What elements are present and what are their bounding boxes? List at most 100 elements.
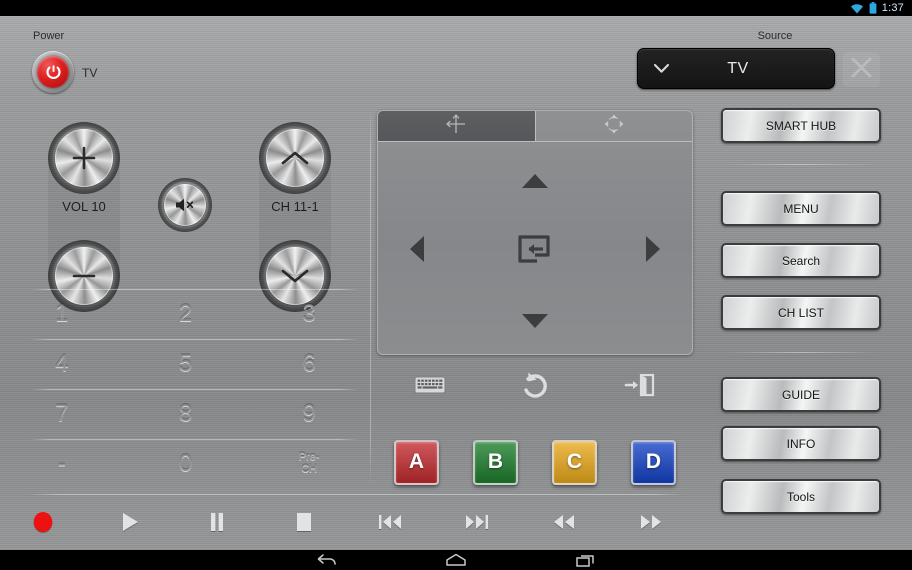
triangle-up-icon	[521, 172, 549, 190]
key-1[interactable]: 1	[0, 289, 124, 339]
key-3[interactable]: 3	[247, 289, 371, 339]
tools-button[interactable]: Tools	[721, 479, 881, 514]
color-cell: C	[535, 439, 614, 485]
key-8[interactable]: 8	[124, 389, 248, 439]
power-mode-label: TV	[82, 66, 98, 80]
power-button[interactable]	[32, 51, 74, 93]
return-button[interactable]	[482, 371, 587, 399]
key-pre-ch[interactable]: Pre- CH	[247, 439, 371, 489]
nav-enter-button[interactable]	[505, 224, 565, 274]
nav-right-button[interactable]	[636, 226, 670, 272]
touchpad-tab[interactable]	[378, 111, 535, 141]
channel-label: CH 11-1	[271, 199, 319, 214]
plus-icon	[55, 129, 113, 187]
menu-button[interactable]: MENU	[721, 191, 881, 226]
remote-control-app: 1:37 Power TV Source TV VOL 10 CH 11-1 1…	[0, 0, 912, 570]
transport-bar	[0, 494, 694, 550]
four-way-arrows-icon	[602, 112, 626, 141]
rewind-button[interactable]	[521, 512, 608, 532]
back-arrow-icon	[315, 552, 337, 568]
key-0[interactable]: 0	[124, 439, 248, 489]
source-value: TV	[727, 59, 749, 77]
power-icon	[37, 56, 69, 88]
play-icon	[120, 511, 140, 533]
android-recents-button[interactable]	[565, 550, 607, 570]
color-button-a[interactable]: A	[394, 439, 439, 485]
close-icon	[849, 55, 874, 85]
play-button[interactable]	[87, 511, 174, 533]
nav-up-button[interactable]	[512, 164, 558, 198]
function-icon-row	[377, 364, 693, 406]
header-bar: Power TV Source TV	[0, 16, 912, 94]
key-4[interactable]: 4	[0, 339, 124, 389]
color-button-d[interactable]: D	[631, 439, 676, 485]
key-7[interactable]: 7	[0, 389, 124, 439]
power-label: Power	[33, 30, 65, 42]
previous-button[interactable]	[347, 512, 434, 532]
channel-up-button[interactable]	[259, 122, 331, 194]
android-status-bar: 1:37	[0, 0, 912, 16]
right-panel-separator	[725, 164, 877, 165]
triangle-down-icon	[521, 312, 549, 330]
exit-door-icon	[624, 373, 656, 397]
key-dash[interactable]: -	[0, 439, 124, 489]
key-5[interactable]: 5	[124, 339, 248, 389]
fast-forward-button[interactable]	[607, 512, 694, 532]
left-control-panel: VOL 10 CH 11-1 1 2 3 4 5 6 7 8 9 - 0 Pre…	[0, 94, 684, 550]
skip-next-icon	[464, 512, 490, 532]
navigation-tabs	[378, 111, 692, 142]
record-icon	[32, 511, 54, 533]
guide-button[interactable]: GUIDE	[721, 377, 881, 412]
wifi-icon	[850, 3, 864, 14]
exit-button[interactable]	[588, 373, 693, 397]
stop-icon	[294, 511, 314, 533]
pre-ch-line-1: Pre-	[298, 451, 320, 464]
color-cell: B	[456, 439, 535, 485]
skip-previous-icon	[377, 512, 403, 532]
volume-up-button[interactable]	[48, 122, 120, 194]
stop-button[interactable]	[260, 511, 347, 533]
chevron-up-icon	[266, 129, 324, 187]
keypad-row: 1 2 3	[0, 289, 371, 339]
color-button-b[interactable]: B	[473, 439, 518, 485]
record-button[interactable]	[0, 511, 87, 533]
battery-icon	[869, 2, 877, 14]
dpad-area[interactable]	[378, 142, 692, 354]
triangle-left-icon	[408, 235, 426, 263]
home-icon	[444, 552, 468, 568]
android-home-button[interactable]	[435, 550, 477, 570]
right-button-panel: SMART HUB MENU Search CH LIST GUIDE INFO…	[700, 94, 912, 550]
key-2[interactable]: 2	[124, 289, 248, 339]
dpad-tab[interactable]	[534, 111, 693, 141]
key-6[interactable]: 6	[247, 339, 371, 389]
fast-forward-icon	[638, 512, 664, 532]
color-cell: D	[614, 439, 693, 485]
keyboard-icon	[414, 374, 446, 396]
pause-button[interactable]	[174, 511, 261, 533]
status-clock: 1:37	[881, 2, 904, 14]
search-button[interactable]: Search	[721, 243, 881, 278]
keyboard-button[interactable]	[377, 374, 482, 396]
android-back-button[interactable]	[305, 550, 347, 570]
info-button[interactable]: INFO	[721, 426, 881, 461]
right-panel-separator	[725, 352, 877, 353]
source-label: Source	[757, 30, 793, 42]
number-keypad: 1 2 3 4 5 6 7 8 9 - 0 Pre- CH	[0, 289, 371, 489]
enter-icon	[515, 233, 555, 265]
source-select[interactable]: TV	[637, 48, 835, 89]
rewind-icon	[551, 512, 577, 532]
keypad-row: 4 5 6	[0, 339, 371, 389]
triangle-right-icon	[644, 235, 662, 263]
chevron-down-icon	[638, 63, 684, 74]
nav-down-button[interactable]	[512, 304, 558, 338]
key-9[interactable]: 9	[247, 389, 371, 439]
close-button[interactable]	[843, 52, 880, 87]
color-button-c[interactable]: C	[552, 439, 597, 485]
mute-button[interactable]	[158, 178, 212, 232]
keypad-row: - 0 Pre- CH	[0, 439, 371, 489]
smart-hub-button[interactable]: SMART HUB	[721, 108, 881, 143]
nav-left-button[interactable]	[400, 226, 434, 272]
ch-list-button[interactable]: CH LIST	[721, 295, 881, 330]
keypad-row: 7 8 9	[0, 389, 371, 439]
next-button[interactable]	[434, 512, 521, 532]
